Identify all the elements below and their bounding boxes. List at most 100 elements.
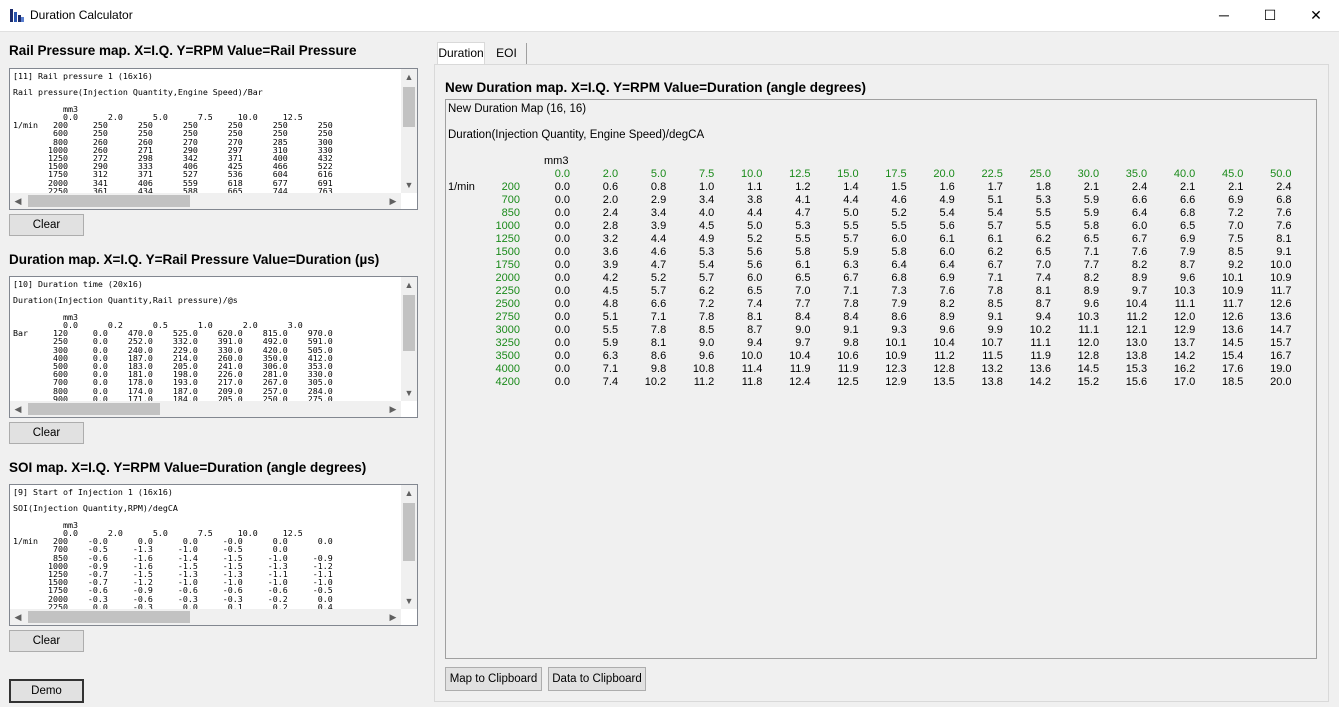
scroll-right-icon[interactable]: ▶ [385, 609, 401, 625]
table-cell: 12.8 [933, 363, 955, 375]
demo-button[interactable]: Demo [9, 679, 84, 703]
table-cell: 0.6 [602, 181, 619, 193]
scroll-down-icon[interactable]: ▼ [401, 593, 417, 609]
table-cell: 11.7 [1270, 285, 1292, 297]
soi-text-pane[interactable]: [9] Start of Injection 1 (16x16) SOI(Inj… [9, 484, 418, 626]
scroll-right-icon[interactable]: ▶ [385, 401, 401, 417]
column-header: 5.0 [650, 168, 667, 180]
table-cell: 2.0 [602, 194, 619, 206]
row-header: 1250 [495, 233, 520, 245]
map-to-clipboard-button[interactable]: Map to Clipboard [445, 667, 542, 691]
table-cell: 7.4 [1035, 272, 1051, 284]
table-cell: 5.5 [1035, 207, 1051, 219]
y-unit-label: 1/min [448, 181, 475, 193]
table-cell: 6.9 [939, 272, 955, 284]
table-cell: 5.7 [843, 233, 859, 245]
table-cell: 6.4 [1131, 207, 1148, 219]
table-cell: 8.4 [795, 311, 811, 323]
clear-duration-button[interactable]: Clear [9, 422, 84, 444]
table-cell: 5.0 [747, 220, 763, 232]
scroll-thumb[interactable] [28, 195, 190, 207]
table-cell: 9.1 [987, 311, 1003, 323]
table-cell: 9.0 [795, 324, 811, 336]
table-cell: 7.8 [699, 311, 715, 323]
table-cell: 9.1 [843, 324, 859, 336]
table-cell: 10.9 [1221, 285, 1244, 297]
row-header: 850 [501, 207, 520, 219]
table-cell: 16.7 [1270, 350, 1292, 362]
map-subtitle: Duration(Injection Quantity, Engine Spee… [448, 129, 705, 141]
table-cell: 8.1 [1276, 233, 1292, 245]
table-cell: 10.0 [740, 350, 763, 362]
table-cell: 12.8 [1077, 350, 1100, 362]
table-cell: 6.0 [891, 233, 907, 245]
scroll-down-icon[interactable]: ▼ [401, 177, 417, 193]
table-cell: 18.5 [1221, 376, 1244, 388]
table-cell: 8.2 [1083, 272, 1100, 284]
scroll-left-icon[interactable]: ◀ [10, 401, 26, 417]
table-cell: 13.2 [981, 363, 1003, 375]
minimize-button[interactable]: ─ [1201, 0, 1247, 31]
scroll-up-icon[interactable]: ▲ [401, 69, 417, 85]
table-cell: 15.4 [1221, 350, 1244, 362]
table-cell: 9.8 [650, 363, 667, 375]
horizontal-scrollbar[interactable]: ◀ ▶ [10, 193, 401, 209]
horizontal-scrollbar[interactable]: ◀ ▶ [10, 401, 401, 417]
close-button[interactable]: ✕ [1293, 0, 1339, 31]
window-title: Duration Calculator [30, 8, 133, 22]
scroll-thumb[interactable] [28, 611, 190, 623]
scroll-right-icon[interactable]: ▶ [385, 193, 401, 209]
table-cell: 3.6 [602, 246, 619, 258]
vertical-scrollbar[interactable]: ▲ ▼ [401, 69, 417, 193]
table-cell: 2.1 [1228, 181, 1244, 193]
table-cell: 5.2 [747, 233, 763, 245]
maximize-button[interactable]: ☐ [1247, 0, 1293, 31]
table-cell: 10.2 [1029, 324, 1051, 336]
scroll-up-icon[interactable]: ▲ [401, 485, 417, 501]
table-cell: 4.9 [939, 194, 955, 206]
table-cell: 2.4 [602, 207, 619, 219]
table-cell: 11.1 [1078, 324, 1100, 336]
table-cell: 6.5 [1035, 246, 1051, 258]
scroll-down-icon[interactable]: ▼ [401, 385, 417, 401]
rail-pressure-text-pane[interactable]: [11] Rail pressure 1 (16x16) Rail pressu… [9, 68, 418, 210]
clear-rail-button[interactable]: Clear [9, 214, 84, 236]
table-cell: 15.6 [1125, 376, 1148, 388]
data-to-clipboard-button[interactable]: Data to Clipboard [548, 667, 646, 691]
tab-eoi[interactable]: EOI [487, 43, 527, 64]
scroll-thumb[interactable] [403, 503, 415, 561]
scroll-left-icon[interactable]: ◀ [10, 193, 26, 209]
column-header: 2.0 [602, 168, 619, 180]
table-cell: 11.5 [982, 350, 1003, 362]
row-header: 1000 [495, 220, 520, 232]
column-header: 22.5 [981, 168, 1003, 180]
table-cell: 6.2 [699, 285, 715, 297]
table-cell: 7.8 [650, 324, 667, 336]
table-cell: 17.6 [1221, 363, 1244, 375]
scroll-thumb[interactable] [403, 295, 415, 351]
table-cell: 5.5 [843, 220, 859, 232]
table-cell: 9.3 [891, 324, 907, 336]
vertical-scrollbar[interactable]: ▲ ▼ [401, 485, 417, 609]
table-cell: 7.2 [699, 298, 715, 310]
scroll-thumb[interactable] [28, 403, 160, 415]
horizontal-scrollbar[interactable]: ◀ ▶ [10, 609, 401, 625]
duration-text-pane[interactable]: [10] Duration time (20x16) Duration(Inje… [9, 276, 418, 418]
column-header: 40.0 [1173, 168, 1196, 180]
table-cell: 4.4 [843, 194, 859, 206]
column-header: 25.0 [1029, 168, 1051, 180]
table-cell: 13.7 [1173, 337, 1196, 349]
row-header: 200 [501, 181, 520, 193]
clear-soi-button[interactable]: Clear [9, 630, 84, 652]
new-duration-heading: New Duration map. X=I.Q. Y=RPM Value=Dur… [445, 80, 866, 95]
table-cell: 8.7 [747, 324, 763, 336]
tab-duration[interactable]: Duration [437, 42, 485, 65]
vertical-scrollbar[interactable]: ▲ ▼ [401, 277, 417, 401]
table-cell: 0.0 [554, 259, 570, 271]
table-cell: 7.0 [1035, 259, 1051, 271]
scroll-thumb[interactable] [403, 87, 415, 127]
scroll-up-icon[interactable]: ▲ [401, 277, 417, 293]
table-cell: 5.9 [843, 246, 859, 258]
table-cell: 10.4 [789, 350, 811, 362]
scroll-left-icon[interactable]: ◀ [10, 609, 26, 625]
